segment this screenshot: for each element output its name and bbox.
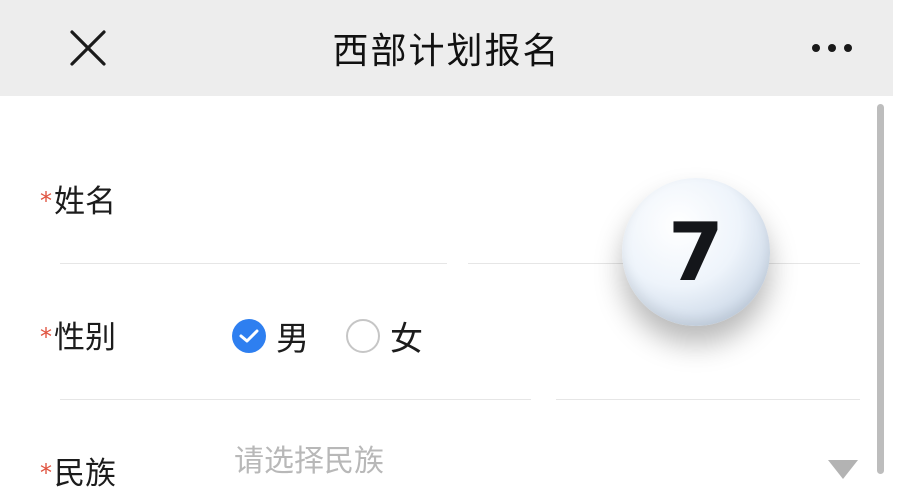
gender-option-female[interactable]: 女	[346, 312, 423, 360]
radio-unchecked-icon	[346, 319, 380, 353]
required-mark: *	[40, 458, 52, 487]
page-title: 西部计划报名	[332, 31, 561, 72]
divider	[60, 399, 531, 400]
required-mark: *	[40, 322, 52, 351]
radio-checked-icon	[232, 319, 266, 353]
gender-option-label: 女	[390, 319, 423, 358]
gender-option-male[interactable]: 男	[232, 312, 309, 360]
more-icon	[812, 44, 820, 52]
scrollbar[interactable]	[877, 104, 884, 474]
gender-option-label: 男	[276, 319, 309, 358]
gender-label-text: 性别	[54, 320, 116, 356]
name-label-text: 姓名	[54, 184, 116, 220]
required-mark: *	[40, 186, 52, 215]
gender-label: * 性别	[40, 312, 116, 357]
name-input[interactable]	[234, 160, 864, 250]
step-number-badge: 7	[622, 178, 770, 326]
dropdown-arrow-icon	[828, 460, 858, 479]
ethnicity-placeholder: 请选择民族	[234, 444, 384, 479]
name-label: * 姓名	[40, 176, 116, 221]
divider	[60, 263, 447, 264]
ethnicity-label-text: 民族	[54, 456, 116, 492]
ethnicity-label: * 民族	[40, 448, 116, 493]
divider	[556, 399, 860, 400]
more-button[interactable]	[796, 28, 868, 68]
ethnicity-select[interactable]: 请选择民族	[234, 428, 864, 488]
top-bar: 西部计划报名	[0, 0, 893, 96]
